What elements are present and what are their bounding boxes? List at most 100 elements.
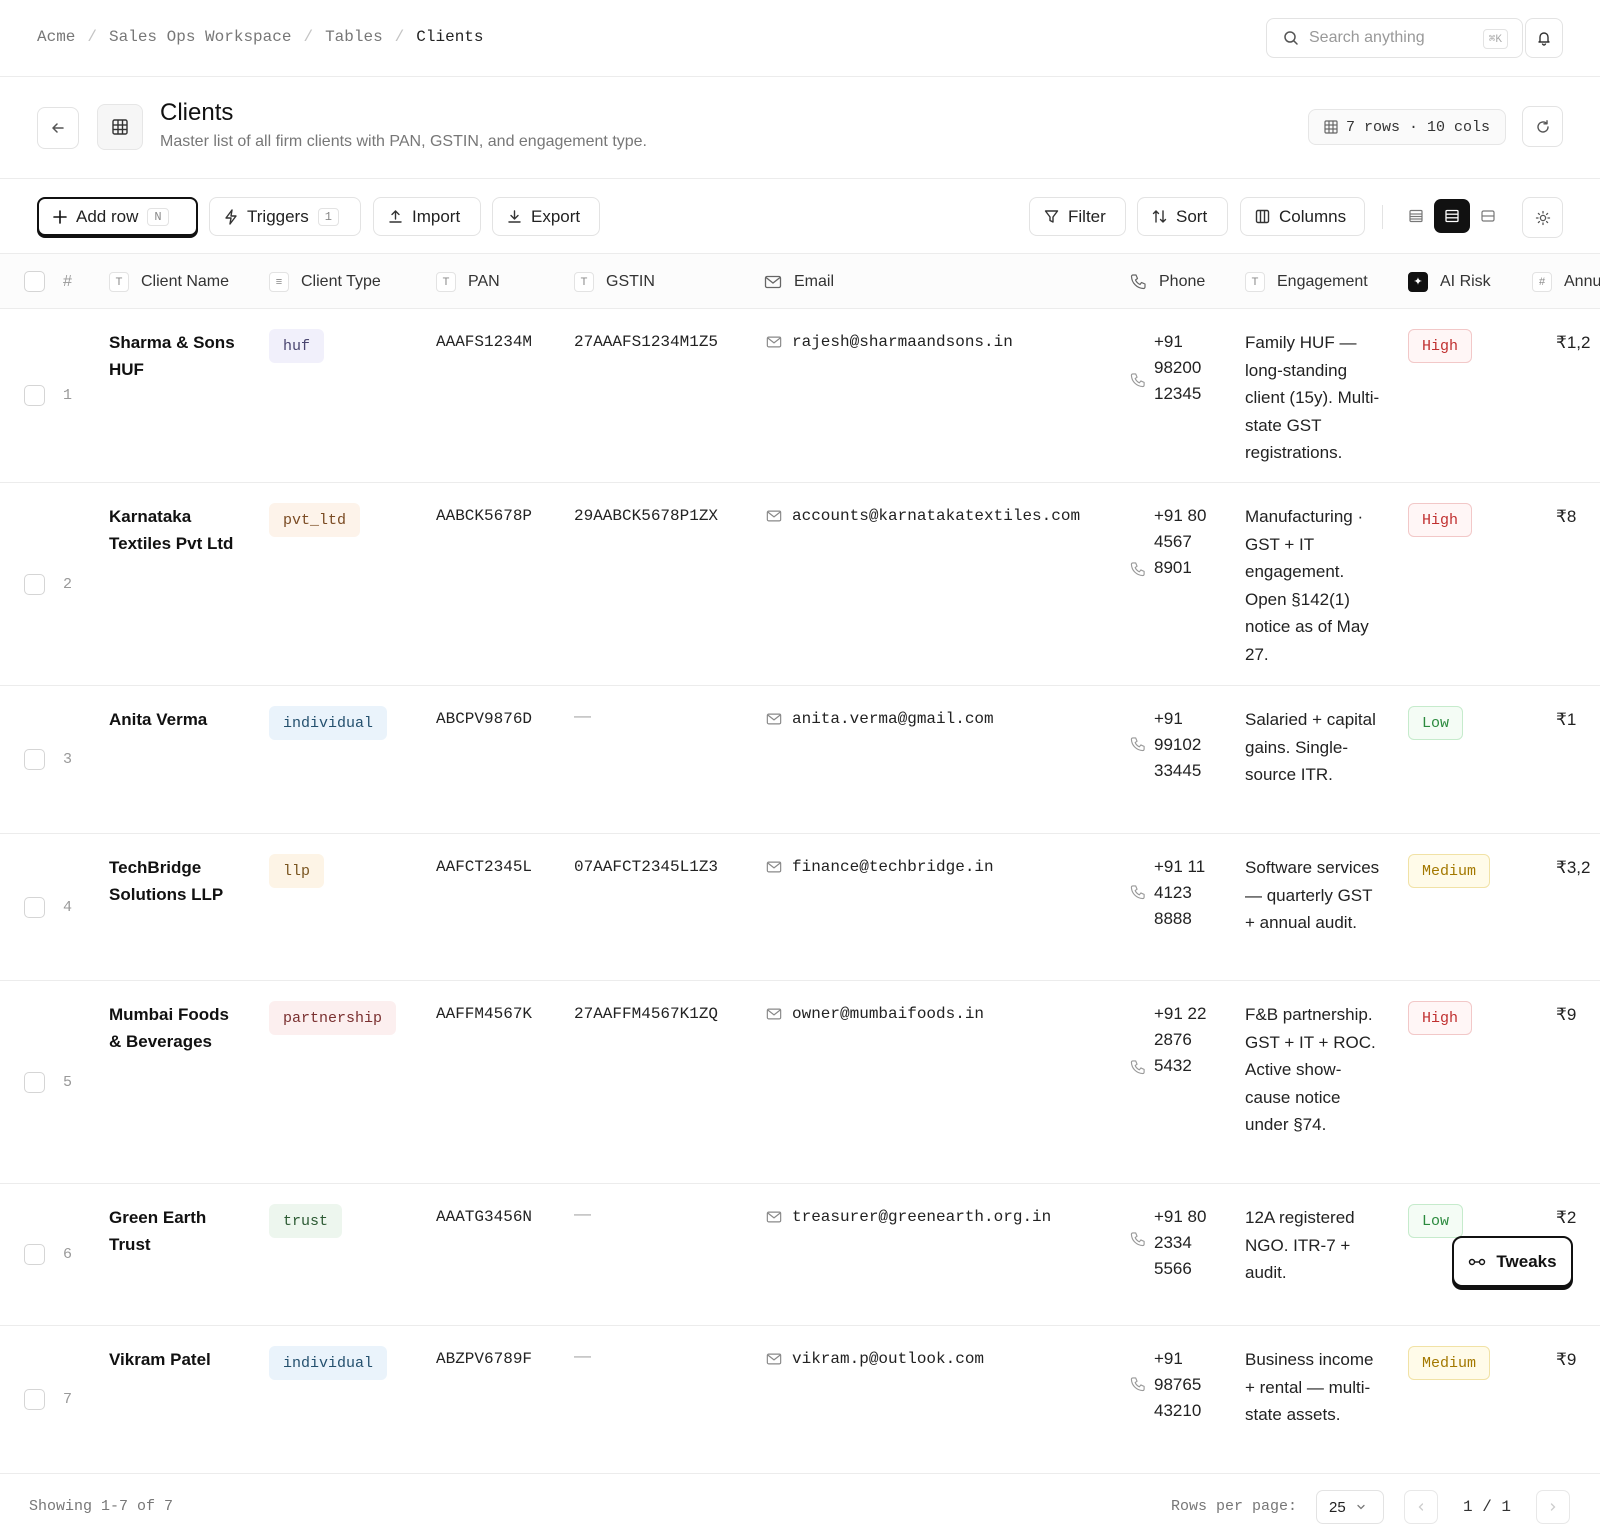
client-type-tag[interactable]: trust: [269, 1204, 343, 1238]
email-cell[interactable]: finance@techbridge.in: [766, 854, 994, 881]
prev-page-button[interactable]: [1404, 1490, 1438, 1524]
gstin-cell[interactable]: 27AAAFS1234M1Z5: [574, 329, 718, 356]
search-input[interactable]: [1309, 29, 1469, 47]
gstin-cell[interactable]: 07AAFCT2345L1Z3: [574, 854, 718, 881]
ai-risk-badge[interactable]: Medium: [1408, 854, 1491, 888]
export-button[interactable]: Export: [492, 197, 600, 236]
table-row[interactable]: 5 Mumbai Foods & Beverages partnership AAFF…: [0, 981, 1600, 1184]
annual-cell[interactable]: ₹9: [1556, 1346, 1576, 1373]
density-compact-button[interactable]: [1398, 199, 1434, 233]
engagement-cell[interactable]: F&B partnership. GST + IT + ROC. Active …: [1245, 1001, 1385, 1139]
engagement-cell[interactable]: 12A registered NGO. ITR-7 + audit.: [1245, 1204, 1385, 1287]
gstin-cell[interactable]: 27AAFFM4567K1ZQ: [574, 1001, 718, 1028]
filter-button[interactable]: Filter: [1029, 197, 1126, 236]
row-checkbox[interactable]: [24, 1389, 45, 1410]
add-row-button[interactable]: Add row N: [37, 197, 198, 236]
sort-button[interactable]: Sort: [1137, 197, 1228, 236]
phone-cell[interactable]: +91 80 2334 5566: [1154, 1204, 1214, 1282]
phone-cell[interactable]: +91 98765 43210: [1154, 1346, 1214, 1424]
engagement-cell[interactable]: Business income + rental — multi-state a…: [1245, 1346, 1385, 1429]
annual-cell[interactable]: ₹9: [1556, 1001, 1576, 1028]
phone-cell[interactable]: +91 11 4123 8888: [1154, 854, 1214, 932]
client-name-cell[interactable]: Sharma & Sons HUF: [109, 329, 244, 383]
row-checkbox[interactable]: [24, 574, 45, 595]
ai-risk-badge[interactable]: Low: [1408, 1204, 1464, 1238]
column-header-client-type[interactable]: ≡ Client Type: [269, 254, 381, 309]
breadcrumb-item-workspace[interactable]: Sales Ops Workspace: [109, 28, 291, 46]
email-cell[interactable]: treasurer@greenearth.org.in: [766, 1204, 1051, 1231]
client-name-cell[interactable]: Anita Verma: [109, 706, 244, 733]
client-type-tag[interactable]: partnership: [269, 1001, 397, 1035]
engagement-cell[interactable]: Salaried + capital gains. Single-source …: [1245, 706, 1385, 789]
pan-cell[interactable]: AABCK5678P: [436, 503, 532, 530]
client-name-cell[interactable]: Mumbai Foods & Beverages: [109, 1001, 244, 1055]
client-type-tag[interactable]: huf: [269, 329, 325, 363]
pan-cell[interactable]: AAAFS1234M: [436, 329, 532, 356]
client-type-tag[interactable]: individual: [269, 1346, 388, 1380]
row-checkbox[interactable]: [24, 749, 45, 770]
client-type-tag[interactable]: pvt_ltd: [269, 503, 361, 537]
refresh-button[interactable]: [1522, 106, 1563, 147]
search-box[interactable]: ⌘K: [1266, 18, 1523, 58]
pan-cell[interactable]: ABCPV9876D: [436, 706, 532, 733]
email-cell[interactable]: owner@mumbaifoods.in: [766, 1001, 984, 1028]
column-header-gstin[interactable]: T GSTIN: [574, 254, 655, 309]
table-row[interactable]: 7 Vikram Patel individual ABZPV6789F — vikram…: [0, 1326, 1600, 1474]
ai-risk-badge[interactable]: High: [1408, 503, 1473, 537]
gstin-empty-cell[interactable]: —: [574, 1346, 591, 1366]
annual-cell[interactable]: ₹1,2: [1556, 329, 1590, 356]
columns-button[interactable]: Columns: [1240, 197, 1365, 236]
client-name-cell[interactable]: Karnataka Textiles Pvt Ltd: [109, 503, 244, 557]
email-cell[interactable]: anita.verma@gmail.com: [766, 706, 994, 733]
tweaks-button[interactable]: Tweaks: [1452, 1236, 1573, 1287]
table-row[interactable]: 4 TechBridge Solutions LLP llp AAFCT2345L 07…: [0, 834, 1600, 981]
engagement-cell[interactable]: Manufacturing · GST + IT engagement. Ope…: [1245, 503, 1385, 668]
email-cell[interactable]: vikram.p@outlook.com: [766, 1346, 984, 1373]
column-header-annual[interactable]: # Annu: [1532, 254, 1600, 309]
column-header-client-name[interactable]: T Client Name: [109, 254, 229, 309]
pan-cell[interactable]: AAATG3456N: [436, 1204, 532, 1231]
row-checkbox[interactable]: [24, 1244, 45, 1265]
annual-cell[interactable]: ₹2: [1556, 1204, 1576, 1231]
density-normal-button[interactable]: [1434, 199, 1470, 233]
ai-risk-badge[interactable]: Medium: [1408, 1346, 1491, 1380]
column-header-engagement[interactable]: T Engagement: [1245, 254, 1368, 309]
phone-cell[interactable]: +91 80 4567 8901: [1154, 503, 1214, 581]
select-all-checkbox[interactable]: [24, 271, 45, 292]
table-row[interactable]: 3 Anita Verma individual ABCPV9876D — anita.v…: [0, 686, 1600, 834]
client-type-tag[interactable]: individual: [269, 706, 388, 740]
next-page-button[interactable]: [1536, 1490, 1570, 1524]
import-button[interactable]: Import: [373, 197, 481, 236]
column-header-email[interactable]: Email: [764, 254, 834, 309]
ai-risk-badge[interactable]: Low: [1408, 706, 1464, 740]
table-row[interactable]: 2 Karnataka Textiles Pvt Ltd pvt_ltd AABCK5…: [0, 483, 1600, 686]
client-type-tag[interactable]: llp: [269, 854, 325, 888]
gstin-cell[interactable]: 29AABCK5678P1ZX: [574, 503, 718, 530]
density-comfortable-button[interactable]: [1470, 199, 1506, 233]
ai-risk-badge[interactable]: High: [1408, 1001, 1473, 1035]
phone-cell[interactable]: +91 98200 12345: [1154, 329, 1214, 407]
engagement-cell[interactable]: Software services — quarterly GST + annu…: [1245, 854, 1385, 937]
client-name-cell[interactable]: Green Earth Trust: [109, 1204, 244, 1258]
annual-cell[interactable]: ₹3,2: [1556, 854, 1590, 881]
phone-cell[interactable]: +91 99102 33445: [1154, 706, 1214, 784]
breadcrumb-item-tables[interactable]: Tables: [325, 28, 383, 46]
table-row[interactable]: 1 Sharma & Sons HUF huf AAAFS1234M 27AAAFS12…: [0, 309, 1600, 483]
annual-cell[interactable]: ₹8: [1556, 503, 1576, 530]
client-name-cell[interactable]: TechBridge Solutions LLP: [109, 854, 244, 908]
ai-risk-badge[interactable]: High: [1408, 329, 1473, 363]
view-settings-button[interactable]: [1522, 197, 1563, 238]
email-cell[interactable]: rajesh@sharmaandsons.in: [766, 329, 1013, 356]
column-header-phone[interactable]: Phone: [1130, 254, 1205, 309]
gstin-empty-cell[interactable]: —: [574, 706, 591, 726]
breadcrumb-item-acme[interactable]: Acme: [37, 28, 75, 46]
column-header-ai-risk[interactable]: ✦ AI Risk: [1408, 254, 1491, 309]
back-button[interactable]: [37, 107, 79, 149]
client-name-cell[interactable]: Vikram Patel: [109, 1346, 244, 1373]
gstin-empty-cell[interactable]: —: [574, 1204, 591, 1224]
phone-cell[interactable]: +91 22 2876 5432: [1154, 1001, 1214, 1079]
table-row[interactable]: 6 Green Earth Trust trust AAATG3456N — treasu…: [0, 1184, 1600, 1326]
engagement-cell[interactable]: Family HUF — long-standing client (15y).…: [1245, 329, 1385, 467]
annual-cell[interactable]: ₹1: [1556, 706, 1576, 733]
notifications-button[interactable]: [1525, 18, 1563, 58]
